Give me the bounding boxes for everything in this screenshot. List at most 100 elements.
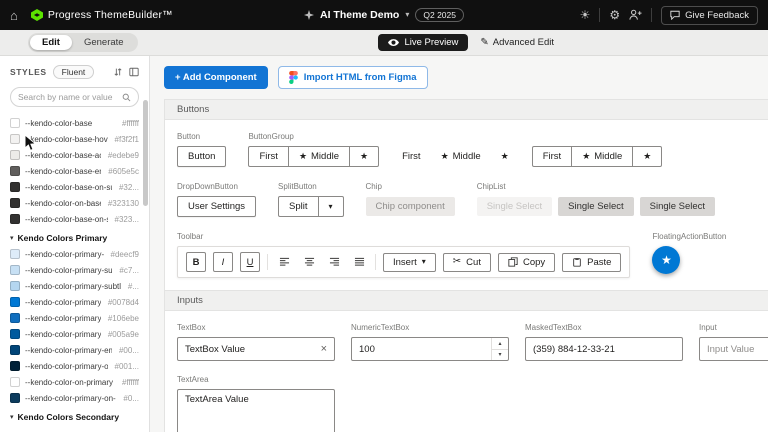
- textarea-input[interactable]: TextArea Value: [177, 389, 335, 432]
- paste-button[interactable]: Paste: [562, 253, 621, 272]
- theme-toggle-icon[interactable]: ☀: [580, 9, 591, 21]
- color-swatch: [10, 118, 20, 128]
- align-justify-button[interactable]: [350, 253, 368, 271]
- masked-input[interactable]: [533, 344, 675, 355]
- buttongroup-first-label: First: [543, 151, 561, 162]
- sort-icon[interactable]: [113, 67, 123, 77]
- buttongroup-flat: First ★ Middle ★: [397, 147, 514, 166]
- split-button-arrow[interactable]: ▾: [318, 196, 344, 217]
- canvas-actions: + Add Component Import HTML from Figma: [164, 66, 768, 89]
- floating-action-button[interactable]: ★: [652, 246, 680, 274]
- spinner-up-icon[interactable]: ▴: [492, 338, 508, 349]
- token-value: #0078d4: [108, 298, 139, 307]
- field-label: TextArea: [177, 375, 768, 384]
- token-row-primary-subtle-hover[interactable]: --kendo-color-primary-subtle-ho... #c7..…: [0, 262, 149, 278]
- live-preview-button[interactable]: Live Preview: [378, 34, 468, 51]
- token-row-base-on-surface[interactable]: --kendo-color-base-on-surface #323...: [0, 211, 149, 227]
- buttongroup-middle-button[interactable]: ★ Middle: [571, 146, 633, 167]
- pencil-icon: ✎: [480, 38, 488, 48]
- chip-item[interactable]: Single Select: [640, 197, 715, 216]
- cut-button[interactable]: ✂ Cut: [443, 253, 491, 272]
- sidebar-scrollbar-thumb[interactable]: [143, 100, 148, 206]
- buttons-section-header: Buttons: [165, 100, 768, 120]
- insert-label: Insert: [393, 257, 417, 268]
- color-swatch: [10, 198, 20, 208]
- textbox-input[interactable]: [185, 344, 317, 355]
- buttongroup-middle-button[interactable]: ★ Middle: [436, 147, 486, 166]
- token-row-primary-subtle-active[interactable]: --kendo-color-primary-subtle-act... #...: [0, 278, 149, 294]
- field-chiplist: ChipList Single Select Single Select Sin…: [477, 182, 715, 216]
- settings-gear-icon[interactable]: ⚙: [609, 9, 620, 21]
- buttongroup-first-button[interactable]: First: [532, 146, 572, 167]
- collapse-panel-icon[interactable]: [129, 67, 139, 77]
- give-feedback-button[interactable]: Give Feedback: [661, 6, 758, 25]
- buttongroup-icon-button[interactable]: ★: [349, 146, 379, 167]
- align-right-button[interactable]: [325, 253, 343, 271]
- color-swatch: [10, 313, 20, 323]
- spinner-down-icon[interactable]: ▾: [492, 349, 508, 361]
- bold-button[interactable]: B: [186, 252, 206, 272]
- search-input[interactable]: [18, 92, 118, 102]
- token-row-base-emphasis[interactable]: --kendo-color-base-emphasis #605e5c: [0, 163, 149, 179]
- underline-button[interactable]: U: [240, 252, 260, 272]
- inputs-row-1: TextBox × NumericTextBox ▴: [177, 323, 768, 361]
- buttongroup-first-button[interactable]: First: [248, 146, 288, 167]
- chip[interactable]: Chip component: [366, 197, 455, 216]
- token-row-base-hover[interactable]: --kendo-color-base-hover #f3f2f1: [0, 131, 149, 147]
- copy-button[interactable]: Copy: [498, 253, 555, 272]
- import-figma-button[interactable]: Import HTML from Figma: [278, 66, 428, 89]
- invite-user-icon[interactable]: [629, 9, 642, 21]
- align-left-button[interactable]: [275, 253, 293, 271]
- sidebar-header-icons: [113, 67, 139, 77]
- token-row-primary-subtle[interactable]: --kendo-color-primary-subtle #deecf9: [0, 246, 149, 262]
- field-dropdownbutton: DropDownButton User Settings: [177, 182, 256, 217]
- token-row-on-primary[interactable]: --kendo-color-on-primary #ffffff: [0, 374, 149, 390]
- split-button-main[interactable]: Split: [278, 196, 318, 217]
- edit-mode-button[interactable]: Edit: [30, 35, 72, 50]
- align-center-button[interactable]: [300, 253, 318, 271]
- chevron-down-icon: ▾: [422, 258, 426, 266]
- token-name: --kendo-color-on-primary: [25, 378, 115, 387]
- add-component-button[interactable]: + Add Component: [164, 66, 268, 89]
- token-row-primary[interactable]: --kendo-color-primary #0078d4: [0, 294, 149, 310]
- kendo-button[interactable]: Button: [177, 146, 226, 167]
- token-row-primary-on-subtle[interactable]: --kendo-color-primary-on-subtle #001...: [0, 358, 149, 374]
- buttongroup-icon-button[interactable]: ★: [496, 147, 514, 166]
- numeric-input[interactable]: [359, 344, 487, 355]
- project-switcher[interactable]: AI Theme Demo ▾ Q2 2025: [304, 8, 464, 22]
- dropdown-button[interactable]: User Settings: [177, 196, 256, 217]
- token-row-base[interactable]: --kendo-color-base #ffffff: [0, 115, 149, 131]
- clear-icon[interactable]: ×: [321, 344, 327, 355]
- token-name: --kendo-color-base: [25, 119, 115, 128]
- token-name: --kendo-color-base-hover: [25, 135, 108, 144]
- token-row-on-base[interactable]: --kendo-color-on-base #323130: [0, 195, 149, 211]
- italic-button[interactable]: I: [213, 252, 233, 272]
- buttongroup-first-button[interactable]: First: [397, 147, 425, 166]
- theme-badge[interactable]: Fluent: [53, 65, 95, 79]
- token-name: --kendo-color-primary: [25, 298, 101, 307]
- token-value: #323130: [108, 199, 139, 208]
- token-group-secondary[interactable]: ▾ Kendo Colors Secondary: [0, 406, 149, 425]
- home-icon[interactable]: ⌂: [10, 9, 18, 22]
- insert-button[interactable]: Insert ▾: [383, 253, 436, 272]
- token-row-primary-hover[interactable]: --kendo-color-primary-hover #106ebe: [0, 310, 149, 326]
- chip-item[interactable]: Single Select: [477, 197, 552, 216]
- token-row-base-active[interactable]: --kendo-color-base-active #edebe9: [0, 147, 149, 163]
- buttongroup-middle-button[interactable]: ★ Middle: [288, 146, 350, 167]
- advanced-edit-button[interactable]: ✎ Advanced Edit: [480, 37, 554, 48]
- token-row-primary-emphasis[interactable]: --kendo-color-primary-emphasis #00...: [0, 342, 149, 358]
- plain-input-field[interactable]: [707, 344, 768, 355]
- field-label: TextBox: [177, 323, 335, 332]
- buttons-row-1: Button Button ButtonGroup First: [177, 132, 768, 167]
- token-row-primary-active[interactable]: --kendo-color-primary-active #005a9e: [0, 326, 149, 342]
- token-search[interactable]: [10, 87, 139, 107]
- generate-mode-button[interactable]: Generate: [72, 35, 136, 50]
- token-name: --kendo-color-base-on-surface: [25, 215, 108, 224]
- token-row-base-on-subtle[interactable]: --kendo-color-base-on-subtle #32...: [0, 179, 149, 195]
- project-badge: Q2 2025: [415, 8, 464, 22]
- token-group-primary[interactable]: ▾ Kendo Colors Primary: [0, 227, 149, 246]
- chevron-down-icon: ▾: [329, 203, 333, 211]
- token-row-primary-on-surface[interactable]: --kendo-color-primary-on-surface #0...: [0, 390, 149, 406]
- chip-item[interactable]: Single Select: [558, 197, 633, 216]
- buttongroup-icon-button[interactable]: ★: [632, 146, 662, 167]
